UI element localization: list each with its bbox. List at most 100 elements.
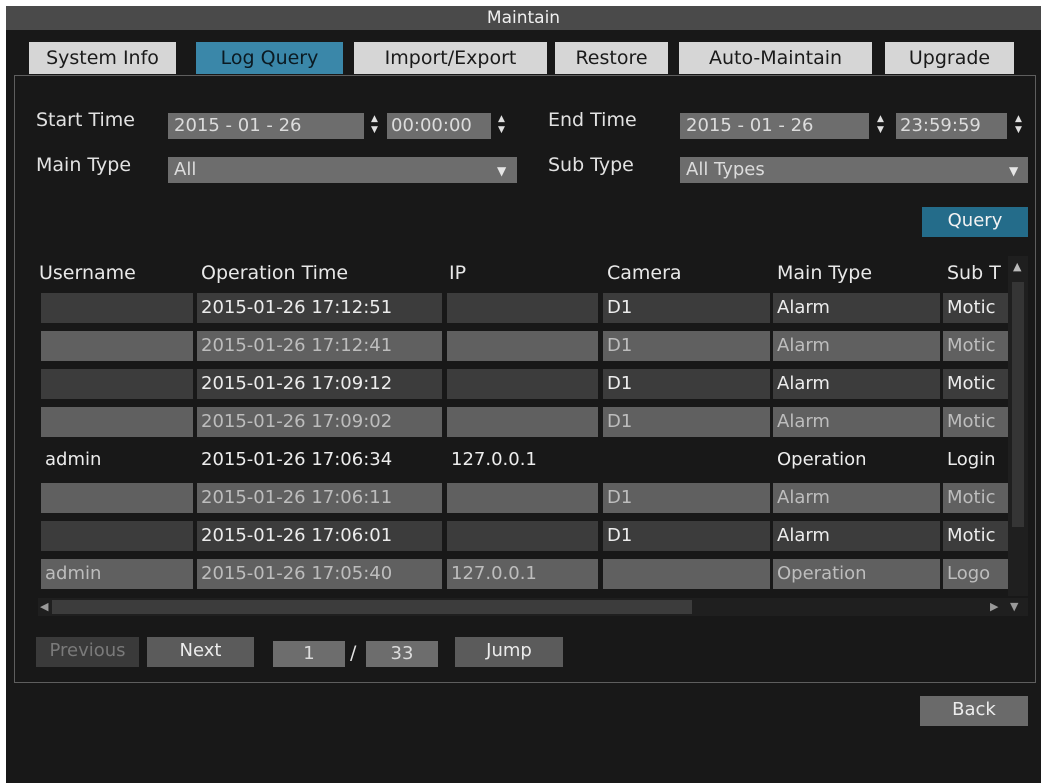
- cell-main-type: Alarm: [773, 331, 940, 361]
- cell-main-type: Alarm: [773, 369, 940, 399]
- table-row[interactable]: 2015-01-26 17:06:01 D1 Alarm Motic: [34, 521, 1028, 559]
- start-time-label: Start Time: [36, 109, 135, 131]
- end-clock-field[interactable]: 23:59:59: [896, 113, 1007, 139]
- main-type-dropdown-icon[interactable]: ▼: [497, 164, 506, 178]
- table-row[interactable]: 2015-01-26 17:09:12 D1 Alarm Motic: [34, 369, 1028, 407]
- cell-ip: 127.0.0.1: [447, 559, 598, 589]
- table-row[interactable]: 2015-01-26 17:12:51 D1 Alarm Motic: [34, 293, 1028, 331]
- cell-camera: D1: [603, 483, 770, 513]
- cell-sub-type: Motic: [943, 521, 1009, 551]
- tab-auto-maintain[interactable]: Auto-Maintain: [679, 42, 872, 74]
- previous-button[interactable]: Previous: [36, 637, 139, 667]
- start-date-field[interactable]: 2015 - 01 - 26: [168, 113, 364, 139]
- scroll-up-icon[interactable]: ▲: [1013, 260, 1021, 273]
- table-row[interactable]: admin 2015-01-26 17:05:40 127.0.0.1 Oper…: [34, 559, 1028, 594]
- horizontal-scroll-thumb[interactable]: [52, 600, 692, 614]
- tab-import-export[interactable]: Import/Export: [354, 42, 547, 74]
- cell-sub-type: Login: [947, 449, 996, 470]
- cell-camera: D1: [603, 331, 770, 361]
- cell-operation-time: 2015-01-26 17:05:40: [197, 559, 442, 589]
- tab-upgrade[interactable]: Upgrade: [885, 42, 1014, 74]
- horizontal-scrollbar[interactable]: ◀ ▶ ▼: [38, 598, 1028, 616]
- cell-camera: [603, 559, 770, 589]
- start-clock-field[interactable]: 00:00:00: [387, 113, 491, 139]
- cell-camera: D1: [603, 407, 770, 437]
- cell-main-type: Operation: [773, 559, 940, 589]
- cell-operation-time: 2015-01-26 17:09:12: [197, 369, 442, 399]
- end-clock-spinner[interactable]: ▲ ▼: [1012, 114, 1025, 136]
- cell-username: [41, 331, 193, 361]
- sub-type-dropdown-icon[interactable]: ▼: [1009, 164, 1018, 178]
- cell-sub-type: Motic: [943, 331, 1009, 361]
- cell-operation-time: 2015-01-26 17:09:02: [197, 407, 442, 437]
- start-clock-spinner[interactable]: ▲ ▼: [495, 114, 508, 136]
- end-date-field[interactable]: 2015 - 01 - 26: [680, 113, 869, 139]
- cell-ip: [447, 407, 598, 437]
- cell-main-type: Alarm: [773, 483, 940, 513]
- cell-username: [41, 407, 193, 437]
- window-title: Maintain: [6, 6, 1041, 30]
- column-header-ip[interactable]: IP: [444, 258, 602, 288]
- cell-username: [41, 369, 193, 399]
- cell-ip: [447, 521, 598, 551]
- cell-main-type: Operation: [777, 449, 867, 470]
- page-separator: /: [350, 642, 357, 664]
- column-header-camera[interactable]: Camera: [602, 258, 774, 288]
- query-button[interactable]: Query: [922, 207, 1028, 237]
- scroll-down-icon[interactable]: ▼: [1010, 600, 1018, 613]
- total-pages-field: 33: [366, 641, 438, 667]
- cell-ip: [447, 369, 598, 399]
- column-header-username[interactable]: Username: [34, 258, 194, 288]
- scroll-right-icon[interactable]: ▶: [990, 600, 998, 613]
- cell-sub-type: Motic: [943, 407, 1009, 437]
- cell-operation-time: 2015-01-26 17:06:01: [197, 521, 442, 551]
- cell-ip: [447, 483, 598, 513]
- scroll-left-icon[interactable]: ◀: [40, 600, 48, 613]
- cell-username: [41, 293, 193, 323]
- start-date-spinner[interactable]: ▲ ▼: [368, 114, 381, 136]
- back-button[interactable]: Back: [920, 696, 1028, 726]
- next-button[interactable]: Next: [147, 637, 254, 667]
- main-type-label: Main Type: [36, 154, 132, 176]
- sub-type-label: Sub Type: [548, 154, 634, 176]
- log-table: Username Operation Time IP Camera Main T…: [34, 258, 1028, 594]
- cell-operation-time: 2015-01-26 17:06:11: [197, 483, 442, 513]
- vertical-scrollbar[interactable]: ▲: [1008, 256, 1028, 596]
- table-row[interactable]: 2015-01-26 17:12:41 D1 Alarm Motic: [34, 331, 1028, 369]
- jump-button[interactable]: Jump: [455, 637, 563, 667]
- cell-sub-type: Logo: [943, 559, 1009, 589]
- table-row[interactable]: 2015-01-26 17:06:11 D1 Alarm Motic: [34, 483, 1028, 521]
- cell-username: [41, 521, 193, 551]
- tab-restore[interactable]: Restore: [555, 42, 668, 74]
- tab-log-query[interactable]: Log Query: [196, 42, 343, 74]
- cell-camera: D1: [603, 521, 770, 551]
- cell-username: admin: [41, 559, 193, 589]
- cell-ip: [447, 331, 598, 361]
- page-number-input[interactable]: 1: [273, 641, 345, 667]
- cell-camera: D1: [603, 293, 770, 323]
- cell-operation-time: 2015-01-26 17:12:51: [197, 293, 442, 323]
- cell-username: [41, 483, 193, 513]
- cell-main-type: Alarm: [773, 293, 940, 323]
- cell-camera: D1: [603, 369, 770, 399]
- cell-sub-type: Motic: [943, 483, 1009, 513]
- table-row[interactable]: 2015-01-26 17:09:02 D1 Alarm Motic: [34, 407, 1028, 445]
- tab-system-info[interactable]: System Info: [29, 42, 176, 74]
- column-header-main-type[interactable]: Main Type: [772, 258, 942, 288]
- cell-ip: [447, 293, 598, 323]
- table-header: Username Operation Time IP Camera Main T…: [34, 258, 1028, 288]
- vertical-scroll-thumb[interactable]: [1012, 282, 1024, 527]
- main-type-select[interactable]: All: [168, 157, 517, 183]
- cell-ip: 127.0.0.1: [451, 449, 537, 470]
- cell-camera: [603, 445, 770, 475]
- sub-type-select[interactable]: All Types: [680, 157, 1028, 183]
- cell-main-type: Alarm: [773, 521, 940, 551]
- cell-sub-type: Motic: [943, 293, 1009, 323]
- column-header-operation-time[interactable]: Operation Time: [196, 258, 441, 288]
- end-date-spinner[interactable]: ▲ ▼: [874, 114, 887, 136]
- cell-operation-time: 2015-01-26 17:06:34: [201, 449, 393, 470]
- table-row[interactable]: admin 2015-01-26 17:06:34 127.0.0.1 Oper…: [34, 445, 1028, 483]
- column-header-sub-type[interactable]: Sub T: [942, 258, 1012, 288]
- cell-username: admin: [45, 449, 102, 470]
- end-time-label: End Time: [548, 109, 637, 131]
